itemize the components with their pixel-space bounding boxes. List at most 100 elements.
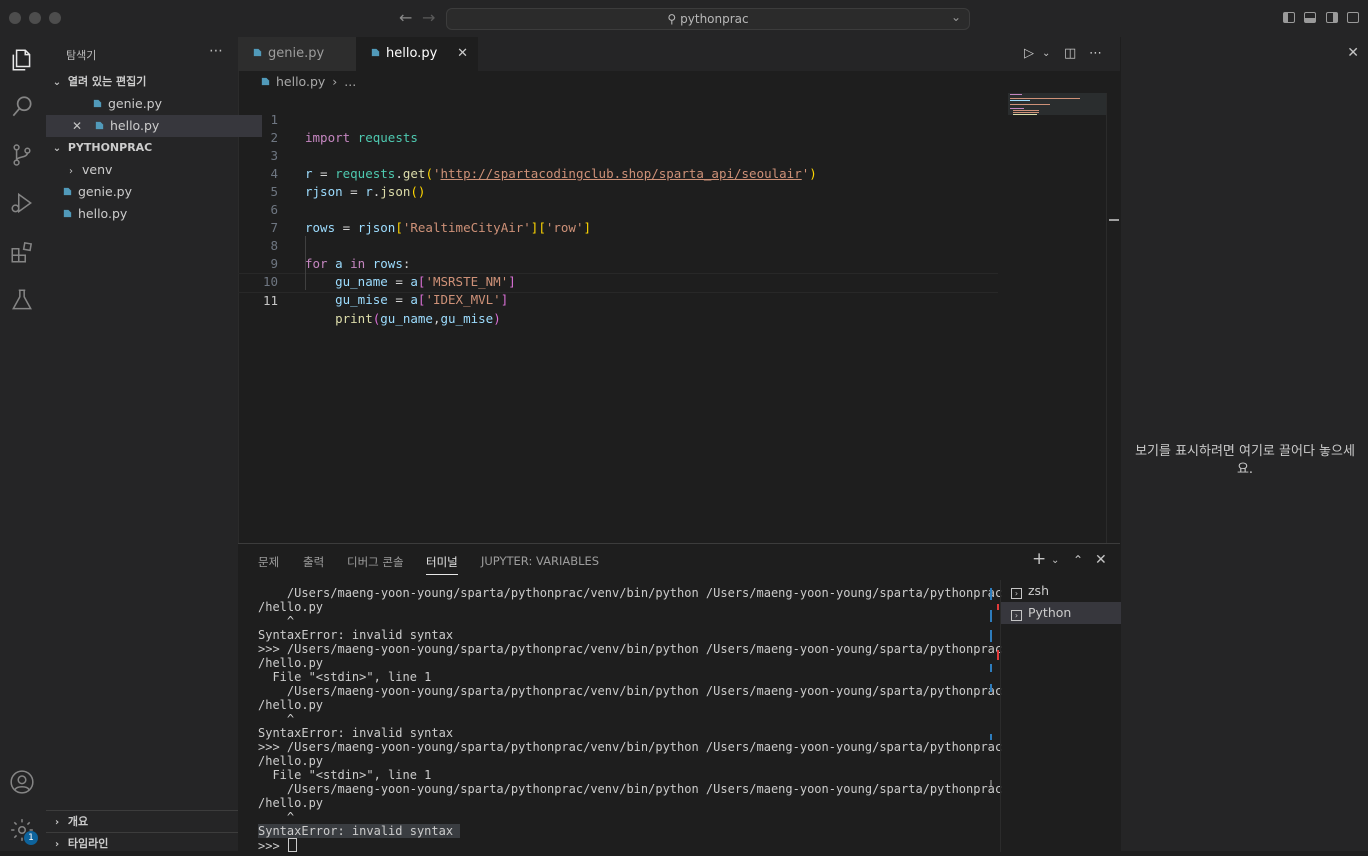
terminal-line: File "<stdin>", line 1 [258,670,988,684]
chevron-right-icon: › [332,74,338,89]
more-actions-icon[interactable]: ⋯ [209,43,224,59]
tab-terminal[interactable]: 터미널 [426,554,458,575]
token: gu_name [380,311,433,326]
code-line: 4 rjson = r.json() [238,147,998,199]
terminal-item-zsh[interactable]: › zsh [1001,580,1121,602]
code-line: 6 rows = rjson['RealtimeCityAir']['row'] [238,183,998,235]
terminal-line-text: /Users/maeng-yoon-young/sparta/pythonpra… [258,684,1003,698]
indent-guide [305,236,306,290]
tab-genie-py[interactable]: genie.py [238,37,356,71]
token: gu_mise [335,292,388,307]
open-editor-label: genie.py [108,96,163,111]
tab-hello-py[interactable]: hello.py ✕ [356,37,478,71]
token: ) [493,311,501,326]
chevron-down-icon: ⌄ [52,77,62,88]
tab-jupyter-variables[interactable]: JUPYTER: VARIABLES [481,554,599,568]
account-icon[interactable] [9,769,35,795]
back-arrow-icon[interactable]: ← [399,9,412,27]
project-section[interactable]: ⌄ PYTHONPRAC [46,137,242,159]
close-icon[interactable]: ✕ [1095,552,1107,568]
terminal-line-text: File "<stdin>", line 1 [258,670,432,684]
run-file-icon[interactable]: ▷ [1024,46,1034,61]
maximize-panel-icon[interactable]: ⌃ [1073,553,1083,567]
token: a [410,292,418,307]
timeline-section[interactable]: › 타임라인 [46,832,242,855]
code-line: 7 [238,201,998,235]
breadcrumb-symbols[interactable]: ... [344,74,356,89]
token: , [432,311,441,326]
code-line: 8 for a in rows: [238,219,998,271]
extensions-icon[interactable] [9,239,35,265]
open-editors-section[interactable]: ⌄ 열려 있는 편집기 [46,71,242,93]
code-line: 5 [238,165,998,199]
terminal-line: /hello.py [258,600,988,614]
minimap[interactable] [1008,93,1106,123]
token: ] [500,292,509,307]
forward-arrow-icon[interactable]: → [422,9,435,27]
terminal-line: /hello.py [258,754,988,768]
search-icon[interactable] [9,94,35,120]
close-icon[interactable]: ✕ [70,115,84,137]
settings-update-badge: 1 [24,831,38,845]
outline-section[interactable]: › 개요 [46,810,242,833]
customize-layout-icon[interactable] [1347,12,1359,23]
close-window-button[interactable] [9,12,21,24]
editor-scrollbar[interactable] [1106,93,1121,543]
terminal-line-text: /Users/maeng-yoon-young/sparta/pythonpra… [258,782,1003,796]
tab-problems[interactable]: 문제 [258,554,279,570]
terminal-line: /hello.py [258,656,988,670]
terminal-line: /Users/maeng-yoon-young/sparta/pythonpra… [258,586,1002,600]
line-number: 11 [262,293,278,308]
chevron-down-icon[interactable]: ⌄ [1042,48,1050,59]
open-editor-item[interactable]: ✕ hello.py [46,115,262,137]
testing-flask-icon[interactable] [9,287,35,313]
code-line: 3 r = requests.get('http://spartacodingc… [238,129,998,181]
tree-item-file[interactable]: genie.py [46,181,254,203]
code-line: 10 gu_mise = a['IDEX_MVL'] [238,255,998,307]
toggle-panel-icon[interactable] [1304,12,1316,23]
python-file-icon [253,48,262,57]
terminal-line: >>> /Users/maeng-yoon-young/sparta/pytho… [258,642,1002,656]
command-center-search[interactable]: ⚲ pythonprac ⌄ [446,8,970,30]
terminal-line: >>> /Users/maeng-yoon-young/sparta/pytho… [258,740,1002,754]
terminal-line-text: SyntaxError: invalid syntax [258,726,454,740]
close-icon[interactable]: ✕ [457,37,468,71]
terminal-line-text: >>> /Users/maeng-yoon-young/sparta/pytho… [258,740,1003,754]
terminal-item-python[interactable]: › Python [1001,602,1121,624]
code-line: 2 [238,111,998,145]
split-editor-icon[interactable]: ◫ [1064,46,1076,61]
open-editors-label: 열려 있는 편집기 [67,75,147,88]
terminal-line-text: ^ [258,810,295,824]
python-file-icon [63,187,72,196]
breadcrumb-file[interactable]: hello.py [276,74,325,89]
zoom-window-button[interactable] [49,12,61,24]
terminal-line: >>> [258,838,988,853]
terminal-output[interactable]: /Users/maeng-yoon-young/sparta/pythonpra… [258,586,1002,853]
tree-item-file[interactable]: hello.py [46,203,254,225]
more-actions-icon[interactable]: ⋯ [1089,46,1102,61]
tab-label: genie.py [268,46,325,61]
tree-item-folder[interactable]: › venv [46,159,256,181]
terminal-line-text: /hello.py [258,600,324,614]
source-control-icon[interactable] [9,142,35,168]
tab-output[interactable]: 출력 [303,554,324,570]
toggle-secondary-sidebar-icon[interactable] [1326,12,1338,23]
terminal-line: ^ [258,614,988,628]
terminal-line-text: /hello.py [258,698,324,712]
code-editor[interactable]: 1 import requests 2 3 r = requests.get('… [238,93,1106,543]
search-icon: ⚲ [667,12,677,26]
explorer-icon[interactable] [9,47,35,73]
tab-debug-console[interactable]: 디버그 콘솔 [347,554,404,570]
minimize-window-button[interactable] [29,12,41,24]
python-file-icon [371,48,380,57]
chevron-right-icon: › [69,166,73,177]
toggle-primary-sidebar-icon[interactable] [1283,12,1295,23]
run-debug-icon[interactable] [9,190,35,216]
terminal-line-text: File "<stdin>", line 1 [258,768,432,782]
chevron-down-icon[interactable]: ⌄ [951,10,961,24]
explorer-title: 탐색기 [66,49,97,62]
new-terminal-icon[interactable]: + [1032,549,1046,569]
chevron-down-icon[interactable]: ⌄ [1051,555,1059,566]
close-icon[interactable]: ✕ [1347,45,1359,61]
